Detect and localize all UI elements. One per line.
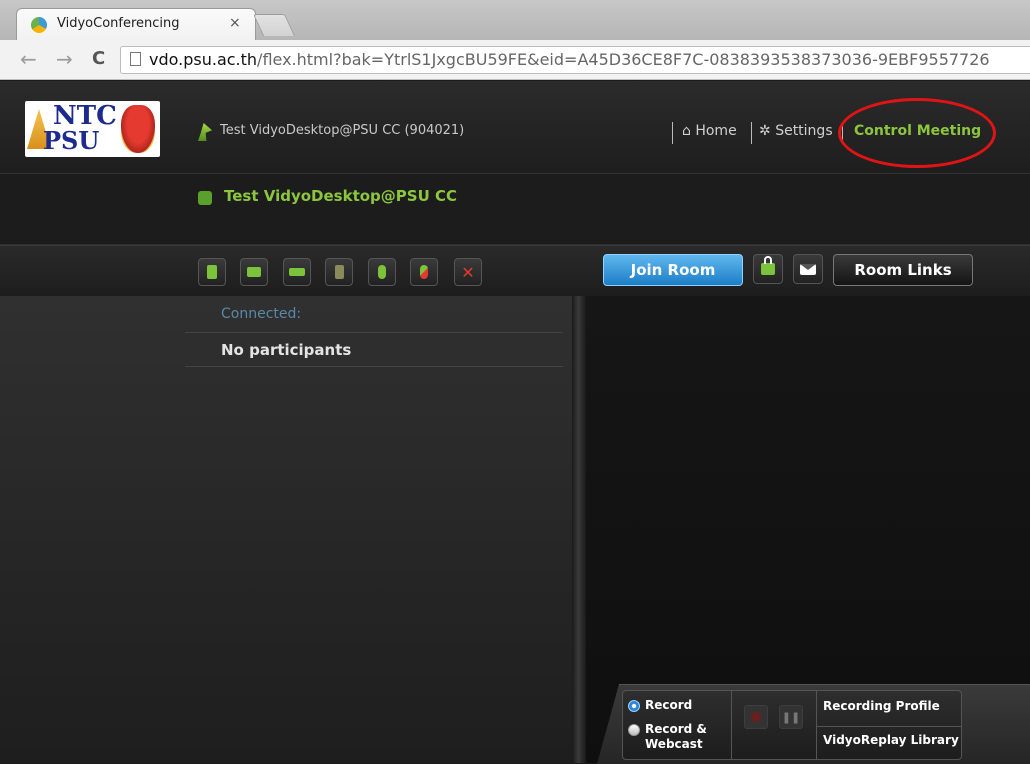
participant-row-separator	[185, 332, 563, 333]
invite-button[interactable]	[793, 254, 823, 284]
pane-divider[interactable]	[572, 296, 586, 763]
lock-icon	[761, 256, 775, 275]
room-name: Test VidyoDesktop@PSU CC	[224, 187, 457, 205]
user-status-icon	[198, 123, 212, 141]
tab-close-button[interactable]: ×	[229, 15, 241, 31]
participant-row-separator	[185, 366, 563, 367]
new-tab-button[interactable]	[252, 14, 296, 36]
microphone-button[interactable]	[368, 258, 396, 286]
speaker-button[interactable]	[283, 258, 311, 286]
vidyo-favicon-icon	[31, 17, 47, 33]
record-start-button[interactable]	[744, 705, 768, 729]
microphone-icon	[378, 265, 386, 279]
settings-link[interactable]: ✲ Settings	[759, 123, 833, 139]
recording-profile-button[interactable]: Recording Profile	[823, 699, 940, 714]
connected-label: Connected:	[221, 306, 302, 322]
disconnect-button[interactable]: ✕	[454, 258, 482, 286]
pause-icon: ❚❚	[781, 710, 801, 724]
browser-toolbar: ← → C vdo.psu.ac.th/flex.html?bak=YtrlS1…	[0, 40, 1030, 80]
camera-button[interactable]	[240, 258, 268, 286]
url-host: vdo.psu.ac.th	[149, 50, 258, 69]
back-button[interactable]: ←	[20, 48, 37, 70]
record-dot-icon	[751, 712, 761, 722]
record-webcast-radio[interactable]	[628, 724, 640, 736]
record-label: Record	[645, 698, 693, 712]
mute-audio-button[interactable]	[410, 258, 438, 286]
room-cube-icon	[198, 191, 212, 205]
forward-button[interactable]: →	[56, 48, 73, 70]
add-participant-icon	[207, 265, 217, 279]
record-webcast-label-line2: Webcast	[645, 737, 703, 751]
recording-row-separator	[817, 726, 961, 727]
home-label: Home	[695, 123, 737, 139]
page-icon	[130, 52, 141, 66]
record-pause-button[interactable]: ❚❚	[779, 705, 803, 729]
disconnect-icon: ✕	[461, 262, 475, 282]
room-lock-button[interactable]	[753, 254, 783, 284]
speaker-icon	[289, 268, 305, 276]
recording-separator	[731, 691, 732, 759]
garuda-emblem-icon	[121, 105, 155, 153]
nav-separator	[842, 122, 843, 144]
control-bar: ✕ Join Room Room Links	[0, 245, 1030, 297]
room-bar: Test VidyoDesktop@PSU CC	[0, 174, 1030, 245]
no-participants-label: No participants	[221, 341, 352, 359]
reload-button[interactable]: C	[92, 48, 105, 70]
add-participant-button[interactable]	[198, 258, 226, 286]
vidyoreplay-library-button[interactable]: VidyoReplay Library	[823, 733, 959, 748]
gear-icon: ✲	[759, 123, 771, 139]
ntc-psu-logo: NTC PSU	[25, 101, 160, 157]
record-webcast-label-line1: Record &	[645, 722, 707, 736]
nav-separator	[672, 122, 673, 144]
tab-title: VidyoConferencing	[57, 16, 180, 31]
room-links-button[interactable]: Room Links	[833, 254, 973, 286]
camera-icon	[247, 267, 261, 277]
mute-video-button[interactable]	[325, 258, 353, 286]
join-room-button[interactable]: Join Room	[603, 254, 743, 286]
browser-tab[interactable]: VidyoConferencing ×	[16, 8, 256, 40]
settings-label: Settings	[775, 123, 833, 139]
mute-video-icon	[334, 265, 344, 279]
envelope-icon	[800, 263, 816, 275]
control-meeting-link[interactable]: Control Meeting	[854, 123, 981, 139]
recording-separator	[816, 691, 817, 759]
url-path: /flex.html?bak=YtrlS1JxgcBU59FE&eid=A45D…	[257, 50, 990, 69]
record-radio[interactable]	[628, 700, 640, 712]
home-icon: ⌂	[682, 123, 691, 139]
mute-audio-icon	[420, 265, 428, 279]
home-link[interactable]: ⌂ Home	[682, 123, 737, 139]
nav-separator	[751, 122, 752, 144]
address-bar[interactable]: vdo.psu.ac.th/flex.html?bak=YtrlS1JxgcBU…	[120, 46, 1030, 74]
logo-text-bottom: PSU	[43, 126, 100, 155]
browser-tabstrip: VidyoConferencing ×	[0, 0, 1030, 40]
user-label: Test VidyoDesktop@PSU CC (904021)	[220, 123, 465, 138]
app-header: NTC PSU Test VidyoDesktop@PSU CC (904021…	[0, 81, 1030, 174]
